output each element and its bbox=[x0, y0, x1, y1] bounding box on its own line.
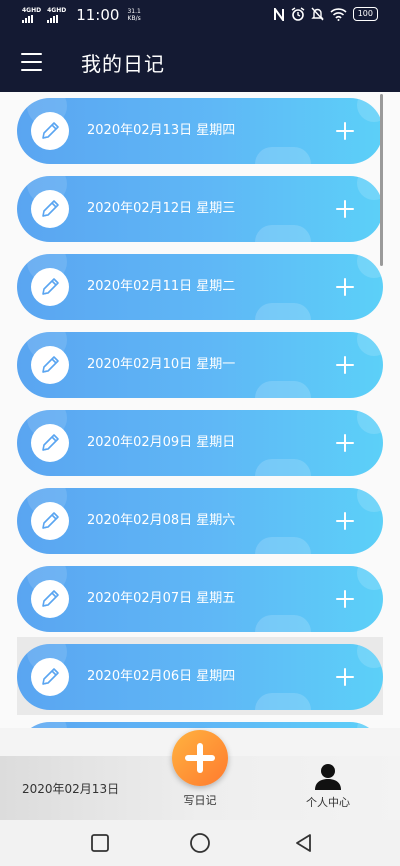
diary-entry-date: 2020年02月08日 星期六 bbox=[87, 513, 236, 528]
card-decoration bbox=[357, 332, 383, 356]
diary-entry[interactable] bbox=[17, 722, 383, 728]
write-diary-button[interactable] bbox=[172, 730, 228, 786]
diary-list[interactable]: 2020年02月13日 星期四 2020年02月12日 星期三 2020年02月11… bbox=[0, 92, 400, 728]
system-nav-bar bbox=[0, 820, 400, 866]
card-decoration bbox=[255, 537, 311, 554]
speed-unit: KB/s bbox=[127, 15, 141, 22]
card-decoration bbox=[255, 225, 311, 242]
card-decoration bbox=[255, 381, 311, 398]
pencil-icon bbox=[31, 190, 69, 228]
plus-icon[interactable] bbox=[336, 278, 354, 296]
status-bar: 4GHD 4GHD 11:00 31.1 KB/s 100 bbox=[0, 0, 400, 32]
diary-entry[interactable]: 2020年02月13日 星期四 bbox=[17, 98, 383, 164]
wifi-icon bbox=[330, 7, 347, 21]
card-decoration bbox=[357, 566, 383, 590]
home-icon[interactable] bbox=[189, 832, 211, 854]
profile-button[interactable]: 个人中心 bbox=[296, 762, 360, 812]
plus-icon[interactable] bbox=[336, 356, 354, 374]
diary-entry-date: 2020年02月10日 星期一 bbox=[87, 357, 236, 372]
hamburger-menu-icon[interactable] bbox=[21, 53, 42, 71]
plus-icon[interactable] bbox=[336, 122, 354, 140]
speed-value: 31.1 bbox=[127, 8, 141, 15]
signal-icon bbox=[47, 14, 59, 23]
diary-entry-date: 2020年02月11日 星期二 bbox=[87, 279, 236, 294]
card-decoration bbox=[255, 693, 311, 710]
profile-label: 个人中心 bbox=[306, 796, 350, 809]
page-title: 我的日记 bbox=[81, 52, 165, 76]
diary-entry[interactable]: 2020年02月08日 星期六 bbox=[17, 488, 383, 554]
sim2-signal: 4GHD bbox=[47, 6, 67, 23]
status-right: 100 bbox=[273, 7, 378, 21]
card-decoration bbox=[255, 615, 311, 632]
plus-icon[interactable] bbox=[336, 512, 354, 530]
app-bar: 我的日记 bbox=[0, 32, 400, 92]
sim1-signal: 4GHD bbox=[22, 6, 42, 23]
diary-entry-date: 2020年02月09日 星期日 bbox=[87, 435, 236, 450]
diary-entry-date: 2020年02月06日 星期四 bbox=[87, 669, 236, 684]
diary-entry-date: 2020年02月12日 星期三 bbox=[87, 201, 236, 216]
write-diary-label[interactable]: 写日记 bbox=[170, 792, 230, 808]
back-icon[interactable] bbox=[293, 832, 315, 854]
card-decoration bbox=[357, 488, 383, 512]
plus-icon[interactable] bbox=[336, 434, 354, 452]
scrollbar[interactable] bbox=[380, 94, 383, 266]
diary-entry[interactable]: 2020年02月10日 星期一 bbox=[17, 332, 383, 398]
person-icon bbox=[315, 764, 341, 790]
card-decoration bbox=[27, 722, 67, 728]
current-date: 2020年02月13日 bbox=[22, 782, 120, 796]
battery-indicator: 100 bbox=[352, 7, 378, 21]
sim2-label: 4GHD bbox=[47, 6, 67, 14]
network-speed: 31.1 KB/s bbox=[127, 8, 140, 22]
pencil-icon bbox=[31, 424, 69, 462]
diary-entry[interactable]: 2020年02月06日 星期四 bbox=[17, 644, 383, 710]
diary-entry[interactable]: 2020年02月09日 星期日 bbox=[17, 410, 383, 476]
card-decoration bbox=[357, 722, 383, 728]
diary-entry[interactable]: 2020年02月07日 星期五 bbox=[17, 566, 383, 632]
diary-entry-date: 2020年02月07日 星期五 bbox=[87, 591, 236, 606]
card-decoration bbox=[255, 459, 311, 476]
status-time: 11:00 bbox=[76, 6, 120, 24]
plus-icon[interactable] bbox=[336, 200, 354, 218]
card-decoration bbox=[255, 303, 311, 320]
pencil-icon bbox=[31, 580, 69, 618]
card-decoration bbox=[357, 410, 383, 434]
diary-entry[interactable]: 2020年02月11日 星期二 bbox=[17, 254, 383, 320]
card-decoration bbox=[357, 644, 383, 668]
pencil-icon bbox=[31, 658, 69, 696]
card-decoration bbox=[255, 147, 311, 164]
pencil-icon bbox=[31, 268, 69, 306]
pencil-icon bbox=[31, 346, 69, 384]
recent-apps-icon[interactable] bbox=[89, 832, 111, 854]
plus-icon[interactable] bbox=[336, 668, 354, 686]
mute-icon bbox=[311, 7, 324, 21]
status-left: 4GHD 4GHD 11:00 31.1 KB/s bbox=[22, 6, 141, 24]
sim1-label: 4GHD bbox=[22, 6, 42, 14]
diary-entry[interactable]: 2020年02月12日 星期三 bbox=[17, 176, 383, 242]
nfc-icon bbox=[273, 7, 284, 21]
plus-icon[interactable] bbox=[336, 590, 354, 608]
alarm-icon bbox=[291, 7, 305, 21]
diary-entry-date: 2020年02月13日 星期四 bbox=[87, 123, 236, 138]
pencil-icon bbox=[31, 502, 69, 540]
signal-icon bbox=[22, 14, 33, 23]
pencil-icon bbox=[31, 112, 69, 150]
